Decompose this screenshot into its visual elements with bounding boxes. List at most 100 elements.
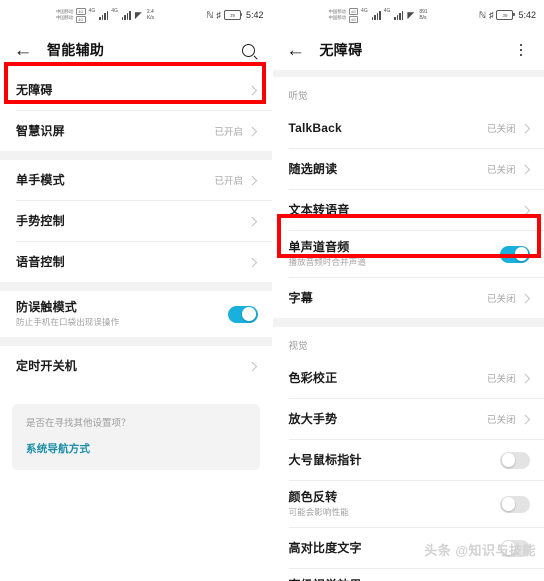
left-phone-screen: 中国移动 中国移动 4G 4G 4G 4G ◤ 2.4 K/s ℕ ♯ 39 5… xyxy=(0,0,273,581)
list-item-smart-screen-recognition[interactable]: 智慧识屏 已开启 xyxy=(0,111,272,151)
settings-group: 无障碍 智慧识屏 已开启 xyxy=(0,70,272,151)
right-phone-screen: 中国移动 中国移动 4G 4G 4G 4G ◤ 891 B/s ℕ ♯ 39 5… xyxy=(272,0,544,581)
clock-label: 5:42 xyxy=(518,10,536,20)
row-value: 已开启 xyxy=(214,127,243,138)
row-text: 字幕 xyxy=(289,291,487,306)
sim-badges: 4G 4G xyxy=(76,7,86,23)
vibrate-icon: ♯ xyxy=(488,10,494,20)
battery-level-label: 39 xyxy=(502,12,508,18)
promo-link-system-navigation[interactable]: 系统导航方式 xyxy=(26,441,246,456)
carrier-label: 中国移动 中国移动 xyxy=(56,9,73,21)
clock-label: 5:42 xyxy=(245,10,264,20)
search-button[interactable] xyxy=(238,39,260,61)
network-speed-right: 891 B/s xyxy=(419,9,427,21)
list-item-mono-audio[interactable]: 单声道音频 播放音频时合并声道 xyxy=(272,231,544,277)
row-value: 已关闭 xyxy=(486,415,516,426)
row-subtitle: 防止手机在口袋出现误操作 xyxy=(16,317,120,327)
row-title: 字幕 xyxy=(288,290,313,305)
network-speed-left: 2.4 K/s xyxy=(147,9,154,21)
list-item-text-to-speech[interactable]: 文本转语音 xyxy=(272,190,544,230)
row-title: TalkBack xyxy=(288,120,342,135)
list-item-captions[interactable]: 字幕 已关闭 xyxy=(272,278,544,318)
toggle-switch[interactable] xyxy=(227,305,258,323)
group-separator xyxy=(272,318,544,327)
row-value: 已开启 xyxy=(214,176,243,187)
list-item-gesture-control[interactable]: 手势控制 xyxy=(0,201,272,241)
list-item-select-to-speak[interactable]: 随选朗读 已关闭 xyxy=(272,149,544,189)
list-item-magnification-gesture[interactable]: 放大手势 已关闭 xyxy=(272,399,544,439)
row-text: 无障碍 xyxy=(16,83,249,98)
back-button[interactable]: ← xyxy=(12,39,34,61)
app-bar-right: ← 无障碍 xyxy=(272,30,544,70)
list-item-talkback[interactable]: TalkBack 已关闭 xyxy=(272,108,544,148)
sim-badges: 4G 4G xyxy=(348,7,359,23)
chevron-right-icon xyxy=(247,216,257,226)
group-separator xyxy=(0,151,272,160)
settings-group: 防误触模式 防止手机在口袋出现误操作 xyxy=(0,291,272,337)
chevron-right-icon xyxy=(520,205,530,215)
network-speed-unit: B/s xyxy=(419,15,427,21)
toggle-switch[interactable] xyxy=(500,495,530,513)
settings-group: 单手模式 已开启 手势控制 语音控制 xyxy=(0,160,272,282)
sim-badge-2: 4G xyxy=(76,15,86,23)
list-item-accidental-touch-prevention[interactable]: 防误触模式 防止手机在口袋出现误操作 xyxy=(0,291,272,337)
back-button[interactable]: ← xyxy=(285,39,307,61)
status-bar-left-cluster: 中国移动 中国移动 4G 4G 4G 4G ◤ 2.4 K/s xyxy=(8,7,206,23)
row-text: 智慧识屏 xyxy=(16,124,214,139)
carrier-label: 中国移动 中国移动 xyxy=(329,9,346,21)
row-title: 放大手势 xyxy=(288,411,338,426)
chevron-right-icon xyxy=(520,293,530,303)
nfc-icon: ℕ xyxy=(206,10,214,20)
toggle-switch[interactable] xyxy=(500,245,530,263)
status-bar-right-cluster: ℕ ♯ 39 5:42 xyxy=(206,10,264,20)
status-bar-left: 中国移动 中国移动 4G 4G 4G 4G ◤ 2.4 K/s ℕ ♯ 39 5… xyxy=(0,0,272,30)
battery-icon: 39 xyxy=(223,10,243,20)
signal-bars-icon-2 xyxy=(394,11,404,20)
toggle-knob xyxy=(514,247,529,261)
row-text: 单声道音频 播放音频时合并声道 xyxy=(289,240,501,268)
app-bar-left: ← 智能辅助 xyxy=(0,30,272,70)
row-title: 智慧识屏 xyxy=(16,123,65,138)
list-item-color-inversion[interactable]: 颜色反转 可能会影响性能 xyxy=(272,481,544,527)
row-subtitle: 可能会影响性能 xyxy=(288,507,349,517)
battery-icon: 39 xyxy=(496,10,515,20)
list-item-one-hand-mode[interactable]: 单手模式 已开启 xyxy=(0,160,272,200)
list-item-large-mouse-pointer[interactable]: 大号鼠标指针 xyxy=(272,440,544,480)
signal-bars-icon-2 xyxy=(121,11,131,20)
chevron-right-icon xyxy=(520,164,530,174)
list-item-voice-control[interactable]: 语音控制 xyxy=(0,242,272,282)
row-text: 随选朗读 xyxy=(289,162,487,177)
row-text: 语音控制 xyxy=(16,255,249,270)
list-item-color-correction[interactable]: 色彩校正 已关闭 xyxy=(272,358,544,398)
list-item-scheduled-power-on-off[interactable]: 定时开关机 xyxy=(0,346,272,386)
promo-card: 是否在寻找其他设置项？ 系统导航方式 xyxy=(12,404,260,470)
network-label-2: 4G xyxy=(111,7,118,14)
list-item-accessibility[interactable]: 无障碍 xyxy=(0,70,272,110)
nfc-icon: ℕ xyxy=(478,10,486,20)
list-item-advanced-visual-effects[interactable]: 高级视觉效果 色彩取色、模糊效果和光影错层效果 xyxy=(272,569,544,581)
row-title: 单手模式 xyxy=(16,172,65,187)
more-options-button[interactable] xyxy=(510,39,532,61)
row-title: 单声道音频 xyxy=(288,240,350,254)
row-text: 手势控制 xyxy=(16,214,249,229)
row-title: 色彩校正 xyxy=(288,370,338,385)
row-text: 颜色反转 可能会影响性能 xyxy=(289,490,501,518)
chevron-right-icon xyxy=(247,361,257,371)
toggle-switch[interactable] xyxy=(500,451,530,469)
page-title: 无障碍 xyxy=(319,42,363,58)
row-title: 随选朗读 xyxy=(288,161,338,176)
network-label-2: 4G xyxy=(383,7,391,14)
promo-card-wrapper: 是否在寻找其他设置项？ 系统导航方式 xyxy=(0,386,272,470)
row-value: 已关闭 xyxy=(486,294,516,305)
network-label-1: 4G xyxy=(361,7,368,14)
row-title: 颜色反转 xyxy=(288,490,338,504)
toggle-knob xyxy=(501,453,516,467)
row-value: 已关闭 xyxy=(486,165,516,176)
row-text: 单手模式 xyxy=(16,173,214,188)
chevron-right-icon xyxy=(520,123,530,133)
chevron-right-icon xyxy=(520,414,530,424)
status-bar-right: 中国移动 中国移动 4G 4G 4G 4G ◤ 891 B/s ℕ ♯ 39 5… xyxy=(273,0,544,30)
more-vertical-icon xyxy=(519,43,523,57)
network-label-1: 4G xyxy=(88,7,96,14)
row-text: TalkBack xyxy=(289,121,487,136)
